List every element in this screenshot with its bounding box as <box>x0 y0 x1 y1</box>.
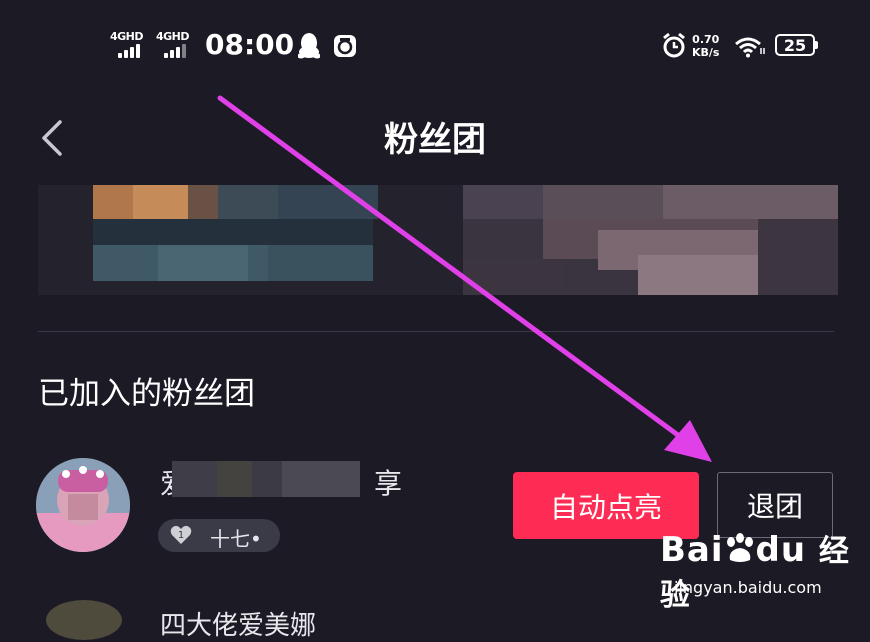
divider <box>38 331 834 332</box>
signal-4g-icon-2: 4GHD <box>156 30 196 60</box>
app-notification-icon <box>334 35 356 57</box>
clock: 08:00 <box>205 28 295 61</box>
network-type-label: 4GHD <box>110 30 144 43</box>
page-title: 粉丝团 <box>384 120 486 160</box>
speed-unit: KB/s <box>692 46 720 59</box>
fan-club-name-end: 享 <box>374 467 403 500</box>
avatar-2[interactable] <box>46 600 122 640</box>
baidu-logo-left: Bai <box>660 530 724 570</box>
heart-level-icon: 1 <box>170 525 192 544</box>
battery-icon: 25 <box>775 34 819 58</box>
network-type-label-2: 4GHD <box>156 30 190 43</box>
network-speed: 0.70 KB/s <box>692 33 719 59</box>
baidu-logo: Bai du 经验 <box>660 526 860 614</box>
qq-penguin-icon <box>298 33 320 59</box>
fan-level-badge: 1 十七• <box>158 519 280 552</box>
signal-4g-icon: 4GHD <box>110 30 150 60</box>
watermark-url: jingyan.baidu.com <box>674 578 822 597</box>
fan-club-name-2[interactable]: 四大佬爱美娜 <box>160 605 316 642</box>
status-bar: 4GHD 4GHD 08:00 0.70 KB/s 25 <box>0 0 870 90</box>
blurred-name <box>172 461 360 497</box>
baidu-logo-right: du <box>755 530 807 570</box>
speed-value: 0.70 <box>692 33 720 46</box>
blurred-banner <box>38 185 838 295</box>
avatar[interactable] <box>36 458 130 552</box>
wifi-icon <box>735 37 765 58</box>
badge-label: 十七• <box>210 527 262 551</box>
alarm-clock-icon <box>663 32 685 58</box>
battery-level: 25 <box>783 36 807 55</box>
badge-level-number: 1 <box>178 530 184 541</box>
baidu-paw-icon <box>726 533 753 562</box>
baidu-watermark: Bai du 经验 jingyan.baidu.com <box>660 526 860 616</box>
section-title: 已加入的粉丝团 <box>38 376 255 412</box>
